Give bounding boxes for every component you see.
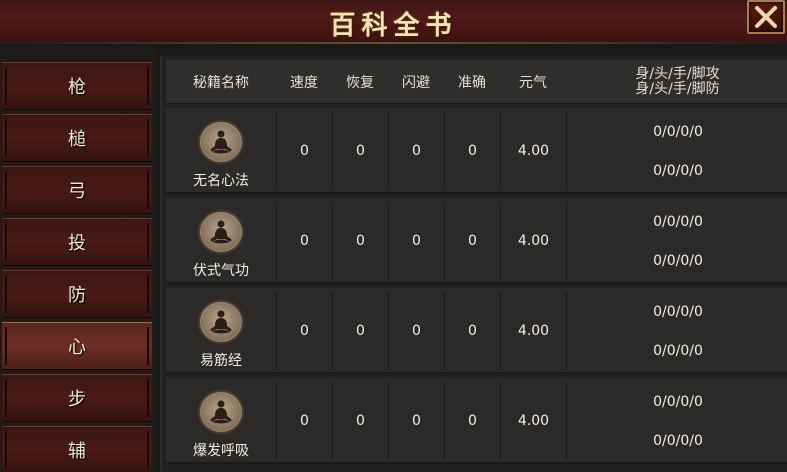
accuracy-value: 0 — [444, 202, 500, 280]
close-icon — [755, 6, 777, 28]
dodge-value: 0 — [388, 202, 444, 280]
sidebar-item-assist[interactable]: 辅 — [2, 426, 152, 472]
speed-value: 0 — [276, 202, 332, 280]
table-row[interactable]: 易筋经 0 0 0 0 4.00 0/0/0/0 0/0/0/0 — [166, 288, 787, 374]
dodge-value: 0 — [388, 382, 444, 460]
skill-table: 秘籍名称 速度 恢复 闪避 准确 元气 身/头/手/脚攻 身/头/手/脚防 无名… — [160, 56, 787, 472]
speed-value: 0 — [276, 112, 332, 190]
header-dodge: 闪避 — [402, 75, 430, 91]
close-button[interactable] — [747, 0, 785, 34]
skill-cell: 伏式气功 — [166, 202, 276, 280]
header-accuracy: 准确 — [458, 75, 486, 91]
attack-defense-cell: 0/0/0/0 0/0/0/0 — [566, 202, 787, 280]
accuracy-value: 0 — [444, 292, 500, 370]
qi-value: 4.00 — [500, 202, 566, 280]
defense-value: 0/0/0/0 — [653, 342, 703, 359]
window-title: 百科全书 — [329, 11, 458, 41]
header-speed: 速度 — [290, 75, 318, 91]
attack-defense-cell: 0/0/0/0 0/0/0/0 — [566, 112, 787, 190]
sidebar-item-hammer[interactable]: 槌 — [2, 114, 152, 162]
table-row[interactable]: 无名心法 0 0 0 0 4.00 0/0/0/0 0/0/0/0 — [166, 108, 787, 194]
sidebar-item-step[interactable]: 步 — [2, 374, 152, 422]
defense-value: 0/0/0/0 — [653, 432, 703, 449]
recover-value: 0 — [332, 292, 388, 370]
speed-value: 0 — [276, 382, 332, 460]
header-attack-defense: 身/头/手/脚攻 身/头/手/脚防 — [566, 60, 787, 104]
meditation-icon — [198, 120, 244, 164]
title-bar: 百科全书 — [0, 0, 787, 44]
sidebar-item-spear[interactable]: 枪 — [2, 62, 152, 110]
attack-defense-cell: 0/0/0/0 0/0/0/0 — [566, 292, 787, 370]
sidebar-item-throw[interactable]: 投 — [2, 218, 152, 266]
attack-value: 0/0/0/0 — [653, 303, 703, 320]
header-name: 秘籍名称 — [193, 75, 249, 91]
meditation-icon — [198, 390, 244, 434]
meditation-icon — [198, 300, 244, 344]
skill-name: 易筋经 — [200, 353, 242, 369]
header-qi: 元气 — [519, 75, 547, 91]
table-row[interactable]: 爆发呼吸 0 0 0 0 4.00 0/0/0/0 0/0/0/0 — [166, 378, 787, 464]
header-attack: 身/头/手/脚攻 — [635, 66, 720, 82]
table-row[interactable]: 伏式气功 0 0 0 0 4.00 0/0/0/0 0/0/0/0 — [166, 198, 787, 284]
sidebar-item-mind[interactable]: 心 — [2, 322, 152, 370]
defense-value: 0/0/0/0 — [653, 162, 703, 179]
recover-value: 0 — [332, 202, 388, 280]
category-sidebar: 枪 槌 弓 投 防 心 步 辅 — [0, 46, 156, 472]
defense-value: 0/0/0/0 — [653, 252, 703, 269]
recover-value: 0 — [332, 382, 388, 460]
meditation-icon — [198, 210, 244, 254]
attack-defense-cell: 0/0/0/0 0/0/0/0 — [566, 382, 787, 460]
header-recover: 恢复 — [346, 75, 374, 91]
skill-name: 无名心法 — [193, 173, 249, 189]
dodge-value: 0 — [388, 292, 444, 370]
skill-name: 爆发呼吸 — [193, 443, 249, 459]
table-header: 秘籍名称 速度 恢复 闪避 准确 元气 身/头/手/脚攻 身/头/手/脚防 — [166, 60, 787, 104]
attack-value: 0/0/0/0 — [653, 393, 703, 410]
qi-value: 4.00 — [500, 382, 566, 460]
accuracy-value: 0 — [444, 382, 500, 460]
qi-value: 4.00 — [500, 112, 566, 190]
skill-cell: 易筋经 — [166, 292, 276, 370]
recover-value: 0 — [332, 112, 388, 190]
accuracy-value: 0 — [444, 112, 500, 190]
skill-cell: 爆发呼吸 — [166, 382, 276, 460]
speed-value: 0 — [276, 292, 332, 370]
skill-name: 伏式气功 — [193, 263, 249, 279]
sidebar-item-defense[interactable]: 防 — [2, 270, 152, 318]
skill-cell: 无名心法 — [166, 112, 276, 190]
sidebar-item-bow[interactable]: 弓 — [2, 166, 152, 214]
header-defense: 身/头/手/脚防 — [635, 81, 720, 97]
dodge-value: 0 — [388, 112, 444, 190]
attack-value: 0/0/0/0 — [653, 213, 703, 230]
qi-value: 4.00 — [500, 292, 566, 370]
attack-value: 0/0/0/0 — [653, 123, 703, 140]
